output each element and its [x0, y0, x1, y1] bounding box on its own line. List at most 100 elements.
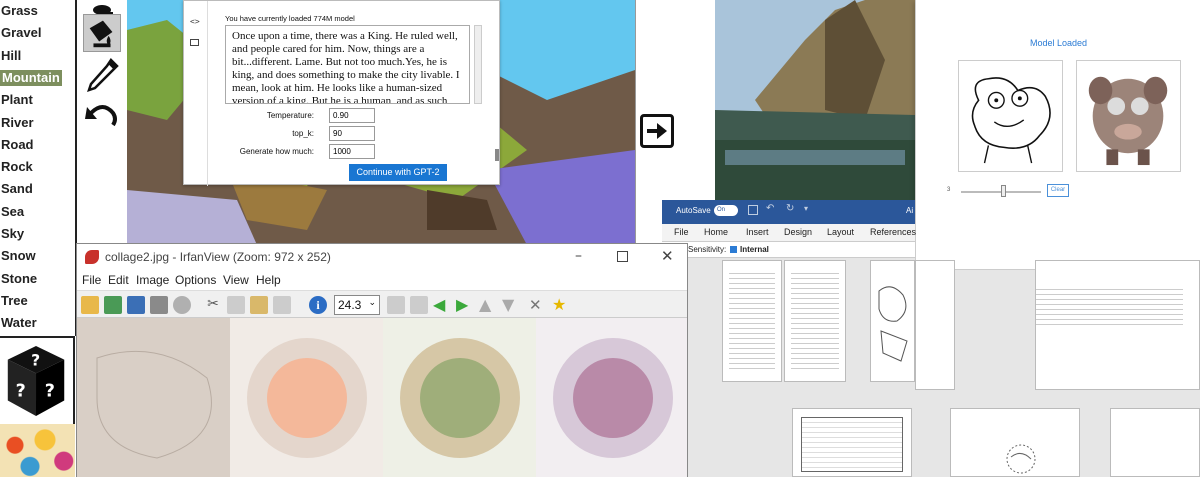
undo-icon[interactable]: ↶: [766, 203, 774, 214]
terrain-label-tree[interactable]: Tree: [1, 293, 28, 309]
next-arrow-icon[interactable]: ▶: [456, 296, 474, 314]
menu-options[interactable]: Options: [175, 273, 216, 287]
ribbon-tab-file[interactable]: File: [674, 227, 689, 237]
document-page[interactable]: [1035, 260, 1200, 390]
chevron-down-icon: ⌄: [368, 298, 376, 308]
terrain-label-snow[interactable]: Snow: [1, 248, 36, 264]
word-titlebar: AutoSave On ↶ ↻ ▾ Ai: [662, 200, 915, 224]
menu-file[interactable]: File: [82, 273, 101, 287]
gpt-side-nav: <>: [184, 1, 208, 186]
document-page[interactable]: [950, 408, 1080, 477]
gpt-output-textarea[interactable]: Once upon a time, there was a King. He r…: [225, 25, 470, 104]
gpt-textarea-scrollbar[interactable]: [474, 25, 482, 104]
ribbon-tab-insert[interactable]: Insert: [746, 227, 769, 237]
terrain-label-gravel[interactable]: Gravel: [1, 25, 41, 41]
menu-edit[interactable]: Edit: [108, 273, 129, 287]
terrain-label-sand[interactable]: Sand: [1, 181, 33, 197]
minimize-button[interactable]: –: [575, 248, 582, 264]
undo-icon[interactable]: [273, 296, 291, 314]
terrain-label-river[interactable]: River: [1, 115, 34, 131]
paste-icon[interactable]: [250, 296, 268, 314]
temperature-input[interactable]: 0.90: [329, 108, 375, 123]
close-button[interactable]: ✕: [661, 247, 674, 265]
length-input[interactable]: 1000: [329, 144, 375, 159]
ribbon-tab-home[interactable]: Home: [704, 227, 728, 237]
window-title: collage2.jpg - IrfanView (Zoom: 972 x 25…: [105, 250, 331, 264]
collage-image-view[interactable]: [77, 318, 687, 477]
save-icon[interactable]: [748, 205, 758, 215]
continue-gpt2-button[interactable]: Continue with GPT-2: [349, 164, 447, 181]
customize-icon[interactable]: ▾: [804, 204, 808, 213]
up-arrow-icon[interactable]: ▲: [479, 296, 497, 314]
terrain-label-plant[interactable]: Plant: [1, 92, 33, 108]
terrain-label-mountain[interactable]: Mountain: [0, 69, 62, 86]
page-sketch: [878, 286, 908, 362]
maximize-button[interactable]: [617, 251, 628, 262]
topk-input[interactable]: 90: [329, 126, 375, 141]
terrain-label-sky[interactable]: Sky: [1, 226, 24, 242]
settings-tools-icon[interactable]: ✕: [529, 296, 547, 314]
document-page[interactable]: [722, 260, 782, 382]
previous-arrow-icon[interactable]: ◀: [433, 296, 451, 314]
terrain-label-water[interactable]: Water: [1, 315, 37, 331]
ribbon-tab-layout[interactable]: Layout: [827, 227, 854, 237]
document-page[interactable]: [915, 260, 955, 390]
ribbon-tab-references[interactable]: References: [870, 227, 916, 237]
favorite-star-icon[interactable]: ★: [552, 296, 570, 314]
cut-icon[interactable]: ✂: [204, 296, 222, 314]
svg-text:?: ?: [31, 351, 40, 369]
terrain-label-stone[interactable]: Stone: [1, 271, 37, 287]
autosave-toggle[interactable]: On: [714, 205, 738, 216]
redo-icon[interactable]: ↻: [786, 203, 794, 214]
document-page[interactable]: [1110, 408, 1200, 477]
document-page[interactable]: [792, 408, 912, 477]
random-dice-button[interactable]: ? ? ?: [0, 336, 75, 424]
menu-view[interactable]: View: [223, 273, 249, 287]
style-thumbnail[interactable]: [0, 424, 75, 477]
irfanview-menu-bar: File Edit Image Options View Help: [77, 270, 687, 290]
folder-icon[interactable]: [190, 39, 199, 46]
panel-scrollbar[interactable]: [495, 149, 499, 161]
clear-button[interactable]: Clear: [1047, 184, 1069, 197]
terrain-label-rock[interactable]: Rock: [1, 159, 33, 175]
copy-icon[interactable]: [227, 296, 245, 314]
sensitivity-value[interactable]: Internal: [740, 245, 769, 254]
slideshow-icon[interactable]: [104, 296, 122, 314]
open-folder-icon[interactable]: [81, 296, 99, 314]
word-window: AutoSave On ↶ ↻ ▾ Ai File Home Insert Desig…: [662, 200, 916, 477]
menu-image[interactable]: Image: [136, 273, 169, 287]
terrain-label-sea[interactable]: Sea: [1, 204, 24, 220]
translate-arrow-button[interactable]: [640, 114, 674, 148]
document-title: Ai: [906, 206, 914, 215]
eyedropper-icon[interactable]: [83, 56, 121, 94]
zoom-out-icon[interactable]: [410, 296, 428, 314]
sketch-input-box[interactable]: [958, 60, 1063, 172]
irfanview-window: collage2.jpg - IrfanView (Zoom: 972 x 25…: [76, 243, 688, 477]
zoom-select[interactable]: 24.3 ⌄: [334, 295, 380, 315]
code-icon[interactable]: <>: [190, 17, 200, 26]
irfanview-app-icon: [85, 250, 99, 264]
info-icon[interactable]: i: [309, 296, 327, 314]
menu-help[interactable]: Help: [256, 273, 281, 287]
document-pages-area: [915, 260, 1200, 477]
document-page[interactable]: [784, 260, 846, 382]
fill-bucket-tool[interactable]: [83, 14, 121, 52]
generated-landscape-photo: [715, 0, 915, 200]
ribbon-tabs: File Home Insert Design Layout References: [662, 224, 916, 242]
segmentation-canvas[interactable]: <> You have currently loaded 774M model …: [127, 0, 635, 245]
save-icon[interactable]: [127, 296, 145, 314]
terrain-label-grass[interactable]: Grass: [1, 3, 38, 19]
ribbon-tab-design[interactable]: Design: [784, 227, 812, 237]
down-arrow-icon[interactable]: ▼: [502, 296, 520, 314]
sensitivity-color-icon: [730, 246, 737, 253]
print-icon[interactable]: [150, 296, 168, 314]
irfanview-titlebar: collage2.jpg - IrfanView (Zoom: 972 x 25…: [77, 244, 687, 270]
slider-thumb[interactable]: [1001, 185, 1006, 197]
terrain-label-hill[interactable]: Hill: [1, 48, 21, 64]
arrow-right-icon: [647, 123, 667, 139]
zoom-in-icon[interactable]: [387, 296, 405, 314]
document-page[interactable]: [870, 260, 915, 382]
undo-icon[interactable]: [83, 97, 121, 135]
delete-icon[interactable]: [173, 296, 191, 314]
terrain-label-road[interactable]: Road: [1, 137, 34, 153]
